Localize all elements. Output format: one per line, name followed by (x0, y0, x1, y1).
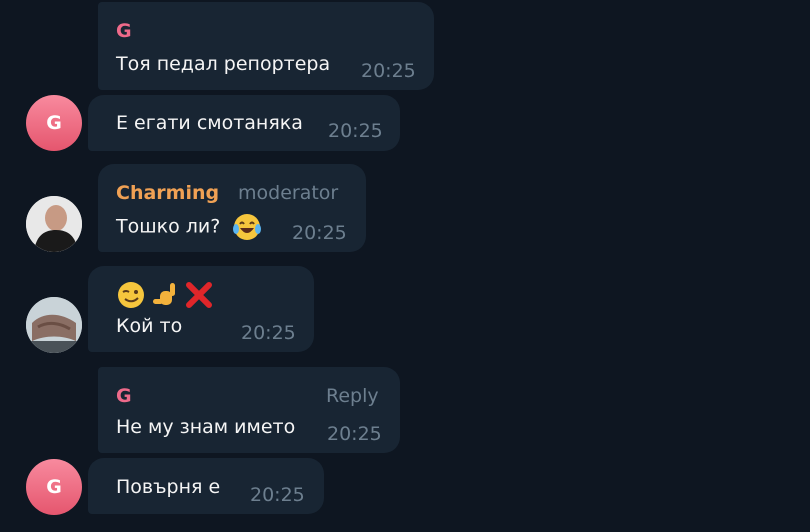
message-time: 20:25 (241, 322, 296, 344)
message-bubble-3[interactable]: Charming moderator Тошко ли? 20:25 (98, 164, 366, 252)
sender-name[interactable]: Charming (116, 182, 219, 204)
red-x-emoji (186, 282, 212, 308)
message-time: 20:25 (327, 423, 382, 445)
avatar[interactable]: G (26, 95, 82, 151)
message-time: 20:25 (292, 222, 347, 244)
message-text: Е егати смотаняка (116, 112, 303, 134)
profile-photo (26, 297, 82, 353)
avatar[interactable] (26, 196, 82, 252)
profile-photo (26, 196, 82, 252)
message-time: 20:25 (328, 120, 383, 142)
sender-name[interactable]: G (116, 385, 132, 407)
message-text: Повърня е (116, 476, 221, 498)
message-text: Тошко ли? (116, 212, 262, 242)
message-bubble-5[interactable]: G Reply Не му знам името 20:25 (98, 367, 400, 453)
message-bubble-2[interactable]: Е егати смотаняка 20:25 (88, 95, 400, 151)
message-bubble-6[interactable]: Повърня е 20:25 (88, 458, 324, 514)
message-time: 20:25 (361, 60, 416, 82)
message-bubble-4[interactable]: Кой то 20:25 (88, 266, 314, 352)
avatar[interactable]: G (26, 459, 82, 515)
message-text: Не му знам името (116, 416, 296, 438)
reply-button[interactable]: Reply (326, 385, 379, 407)
avatar-letter: G (46, 112, 62, 134)
message-bubble-1[interactable]: G Тоя педал репортера 20:25 (98, 2, 434, 90)
call-me-hand-emoji (153, 283, 175, 305)
avatar[interactable] (26, 297, 82, 353)
message-text: Тоя педал репортера (116, 53, 331, 75)
role-badge: moderator (238, 182, 339, 204)
avatar-letter: G (46, 476, 62, 498)
winking-face-emoji (118, 282, 144, 308)
sender-name[interactable]: G (116, 20, 132, 42)
message-text: Кой то (116, 315, 183, 337)
message-time: 20:25 (250, 484, 305, 506)
laughing-tears-emoji (233, 214, 262, 240)
